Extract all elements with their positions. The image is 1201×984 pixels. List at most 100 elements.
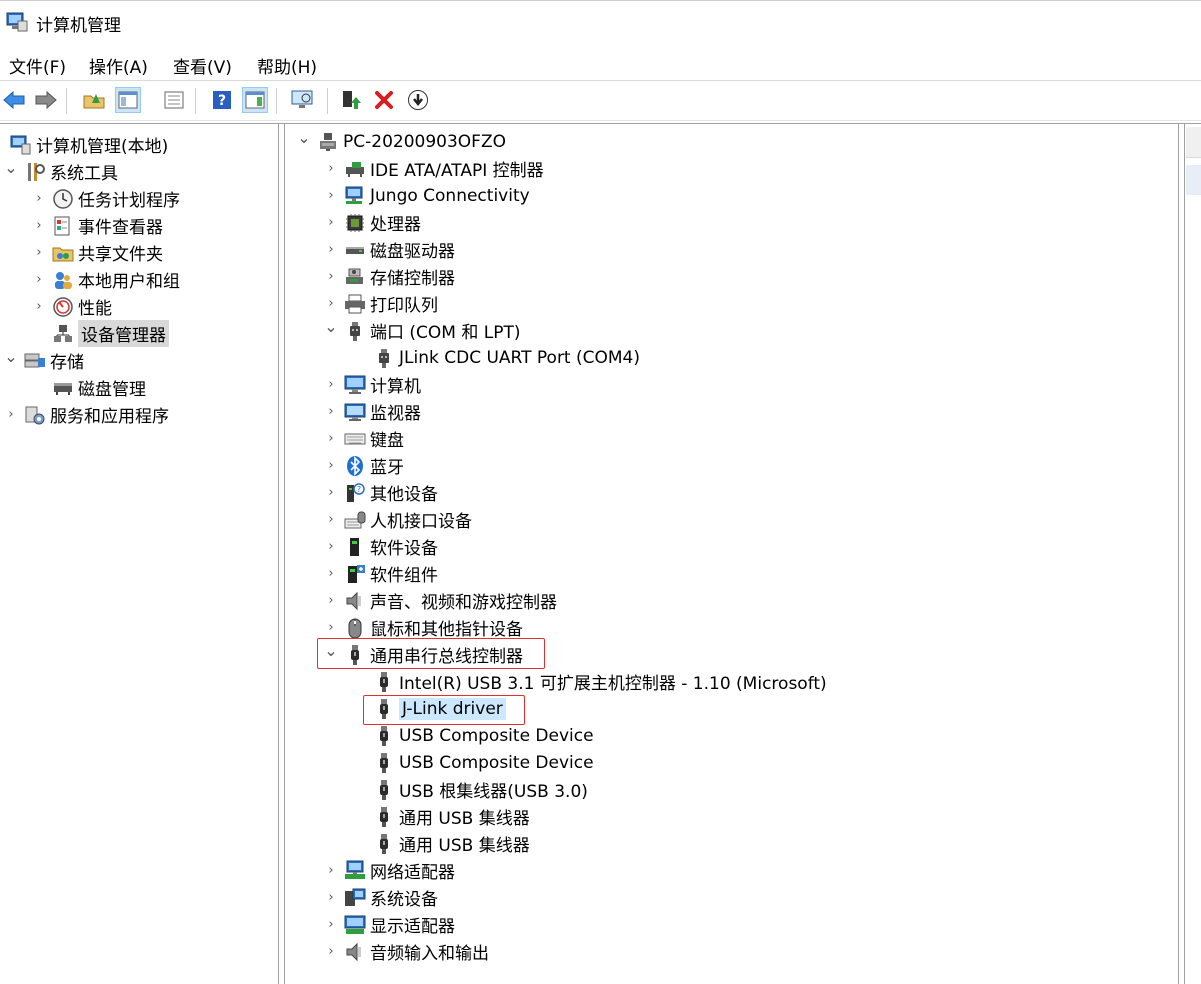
device-category[interactable]: › 软件组件 (324, 560, 438, 587)
device-category[interactable]: › 存储控制器 (324, 263, 455, 290)
left-tree-item[interactable]: 磁盘管理 (32, 374, 146, 401)
left-tree-item[interactable]: › 任务计划程序 (32, 185, 180, 212)
expand-chevron-down-icon[interactable]: ⌄ (4, 347, 18, 366)
expand-chevron-down-icon[interactable]: ⌄ (297, 128, 311, 147)
action-pane[interactable] (1185, 124, 1201, 984)
show-hide-action-pane-icon[interactable] (242, 87, 268, 113)
device-item[interactable]: 通用 USB 集线器 (353, 803, 530, 830)
download-circle-icon[interactable] (405, 87, 431, 113)
disk-drive-icon (344, 239, 366, 261)
device-item[interactable]: JLink CDC UART Port (COM4) (353, 344, 640, 371)
device-category[interactable]: › 系统设备 (324, 884, 438, 911)
tree-item-label: 本地用户和组 (78, 272, 180, 292)
device-item[interactable]: 通用 USB 集线器 (353, 830, 530, 857)
left-tree-item[interactable]: › 服务和应用程序 (4, 401, 169, 428)
help-icon[interactable]: ? (209, 87, 235, 113)
expand-chevron-right-icon[interactable]: › (324, 404, 338, 419)
menu-action[interactable]: 操作(A) (89, 53, 148, 78)
device-category[interactable]: › 显示适配器 (324, 911, 455, 938)
expand-chevron-right-icon[interactable]: › (324, 566, 338, 581)
menu-view[interactable]: 查看(V) (173, 53, 232, 78)
action-pane-item[interactable] (1186, 165, 1201, 195)
expand-chevron-right-icon[interactable]: › (324, 620, 338, 635)
device-category[interactable]: ⌄ 端口 (COM 和 LPT) (324, 317, 520, 344)
expand-chevron-right-icon[interactable]: › (32, 218, 46, 233)
expand-chevron-right-icon[interactable]: › (324, 917, 338, 932)
left-tree-item[interactable]: › 共享文件夹 (32, 239, 163, 266)
device-category[interactable]: › 网络适配器 (324, 857, 455, 884)
device-category[interactable]: › IDE ATA/ATAPI 控制器 (324, 155, 543, 182)
expand-chevron-right-icon[interactable]: › (32, 245, 46, 260)
device-category[interactable]: › 键盘 (324, 425, 404, 452)
expand-chevron-right-icon[interactable]: › (324, 269, 338, 284)
expand-chevron-right-icon[interactable]: › (32, 272, 46, 287)
device-category[interactable]: › Jungo Connectivity (324, 182, 529, 209)
expand-chevron-right-icon[interactable]: › (324, 215, 338, 230)
tree-item-label: 键盘 (370, 431, 404, 451)
expand-chevron-right-icon[interactable]: › (324, 890, 338, 905)
show-hide-console-tree-icon[interactable] (115, 87, 141, 113)
device-category[interactable]: › 人机接口设备 (324, 506, 472, 533)
expand-chevron-right-icon[interactable]: › (324, 377, 338, 392)
left-tree-item[interactable]: › 性能 (32, 293, 112, 320)
up-folder-icon[interactable] (81, 87, 107, 113)
expand-chevron-right-icon[interactable]: › (324, 863, 338, 878)
device-category[interactable]: › 磁盘驱动器 (324, 236, 455, 263)
device-tree-root[interactable]: ⌄ PC-20200903OFZO (297, 128, 506, 155)
tree-item-label: 性能 (78, 299, 112, 319)
device-item[interactable]: Intel(R) USB 3.1 可扩展主机控制器 - 1.10 (Micros… (353, 668, 827, 695)
update-driver-icon[interactable] (338, 87, 364, 113)
device-category[interactable]: › 声音、视频和游戏控制器 (324, 587, 557, 614)
uninstall-x-icon[interactable] (371, 87, 397, 113)
expand-chevron-right-icon[interactable]: › (324, 161, 338, 176)
menu-help[interactable]: 帮助(H) (257, 53, 317, 78)
expand-chevron-right-icon[interactable]: › (324, 458, 338, 473)
usb-icon (373, 725, 395, 747)
tree-item-label: Intel(R) USB 3.1 可扩展主机控制器 - 1.10 (Micros… (399, 674, 827, 694)
expand-chevron-right-icon[interactable]: › (324, 188, 338, 203)
expand-chevron-right-icon[interactable]: › (324, 296, 338, 311)
device-item[interactable]: USB Composite Device (353, 749, 594, 776)
device-category[interactable]: › 软件设备 (324, 533, 438, 560)
software-component-icon (344, 563, 366, 585)
menu-file[interactable]: 文件(F) (9, 53, 66, 78)
device-category[interactable]: › 音频输入和输出 (324, 938, 489, 965)
left-tree-item[interactable]: › 本地用户和组 (32, 266, 180, 293)
properties-icon[interactable] (161, 87, 187, 113)
left-tree-item[interactable]: › 事件查看器 (32, 212, 163, 239)
pane-divider[interactable] (278, 124, 279, 984)
device-category[interactable]: › 蓝牙 (324, 452, 404, 479)
device-category[interactable]: › 处理器 (324, 209, 421, 236)
expand-chevron-right-icon[interactable]: › (324, 593, 338, 608)
expand-chevron-right-icon[interactable]: › (32, 299, 46, 314)
expand-chevron-down-icon[interactable]: ⌄ (324, 317, 338, 336)
device-category[interactable]: ›? 其他设备 (324, 479, 438, 506)
action-pane-header (1186, 127, 1201, 158)
expand-chevron-right-icon[interactable]: › (4, 407, 18, 422)
back-arrow-icon[interactable] (1, 87, 27, 113)
expand-chevron-right-icon[interactable]: › (324, 485, 338, 500)
device-category[interactable]: › 鼠标和其他指针设备 (324, 614, 523, 641)
expand-chevron-right-icon[interactable]: › (324, 512, 338, 527)
device-item[interactable]: USB 根集线器(USB 3.0) (353, 776, 588, 803)
left-tree-item[interactable]: ⌄ 系统工具 (4, 158, 118, 185)
expand-chevron-right-icon[interactable]: › (324, 431, 338, 446)
expand-chevron-down-icon[interactable]: ⌄ (4, 158, 18, 177)
expand-chevron-right-icon[interactable]: › (324, 944, 338, 959)
expand-chevron-right-icon[interactable]: › (324, 242, 338, 257)
device-category[interactable]: › 打印队列 (324, 290, 438, 317)
speaker-icon (344, 590, 366, 612)
left-tree-item[interactable]: 计算机管理(本地) (0, 131, 168, 158)
expand-chevron-right-icon[interactable]: › (324, 539, 338, 554)
left-tree-item[interactable]: ⌄ 存储 (4, 347, 84, 374)
forward-arrow-icon[interactable] (33, 87, 59, 113)
device-category[interactable]: › 监视器 (324, 398, 421, 425)
port-icon (373, 347, 395, 369)
expand-chevron-right-icon[interactable]: › (32, 191, 46, 206)
menu-divider (0, 80, 1201, 81)
monitor-icon[interactable] (290, 87, 316, 113)
left-tree-item[interactable]: 设备管理器 (32, 320, 169, 347)
processor-icon (344, 212, 366, 234)
device-item[interactable]: USB Composite Device (353, 722, 594, 749)
device-category[interactable]: › 计算机 (324, 371, 421, 398)
